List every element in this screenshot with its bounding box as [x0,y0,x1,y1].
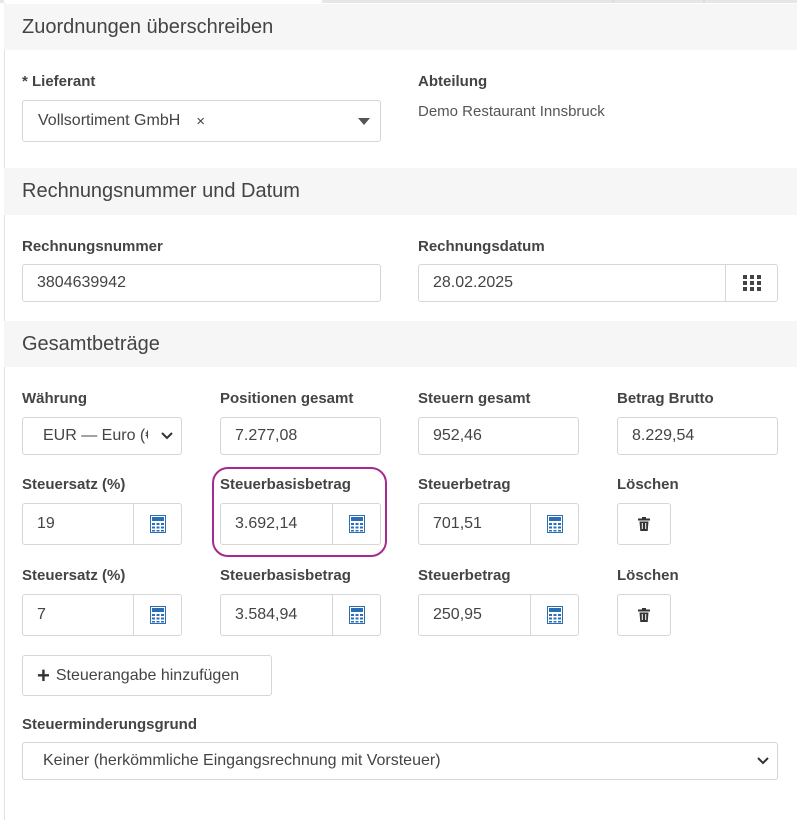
tax-rate-label: Steuersatz (%) [22,567,126,584]
delete-tax-button[interactable] [617,594,671,636]
delete-tax-button[interactable] [617,503,671,545]
tax-base-label: Steuerbasisbetrag [220,567,351,584]
trash-icon [638,608,650,622]
supplier-value: Vollsortiment GmbH [38,112,181,129]
tax-amount-label: Steuerbetrag [418,476,511,493]
supplier-clear-icon[interactable]: × [196,113,205,130]
positions-total-label: Positionen gesamt [220,390,354,407]
invoice-number-label: Rechnungsnummer [22,238,163,255]
add-tax-label: Steuerangabe hinzufügen [55,666,240,684]
supplier-label: * Lieferant [22,73,96,90]
tax-rate-value: 19 [37,515,55,532]
currency-select[interactable]: EUR — Euro (€ [22,417,182,455]
calculator-icon[interactable] [530,595,578,635]
invoice-date-label: Rechnungsdatum [418,238,545,255]
calculator-icon[interactable] [133,504,181,544]
taxes-total-value: 952,46 [433,427,482,444]
tax-amount-input[interactable]: 701,51 [418,503,579,545]
gross-amount-value: 8.229,54 [632,427,695,444]
invoice-number-input[interactable]: 3804639942 [22,264,381,302]
calculator-icon[interactable] [133,595,181,635]
invoice-date-value: 28.02.2025 [433,274,514,291]
department-label: Abteilung [418,73,488,90]
taxes-total-input[interactable]: 952,46 [418,417,579,455]
tax-reduction-label: Steuerminderungsgrund [22,716,198,733]
invoice-number-value: 3804639942 [37,274,126,291]
trash-icon [638,517,650,531]
tax-rate-label: Steuersatz (%) [22,476,126,493]
add-tax-button[interactable]: + Steuerangabe hinzufügen [22,655,272,696]
delete-label: Löschen [617,476,679,493]
positions-total-input[interactable]: 7.277,08 [220,417,381,455]
calculator-icon[interactable] [530,504,578,544]
taxes-total-label: Steuern gesamt [418,390,531,407]
tax-amount-value: 701,51 [433,515,482,532]
tax-amount-label: Steuerbetrag [418,567,511,584]
chevron-down-icon [358,118,370,125]
tax-reduction-select[interactable]: Keiner (herkömmliche Eingangsrechnung mi… [22,742,778,780]
section-invoice-title: Rechnungsnummer und Datum [4,168,797,215]
gross-amount-label: Betrag Brutto [617,390,714,407]
gross-amount-input[interactable]: 8.229,54 [617,417,778,455]
supplier-select[interactable]: Vollsortiment GmbH × [22,100,381,142]
section-assignments-title: Zuordnungen überschreiben [4,4,797,50]
tax-rate-input[interactable]: 7 [22,594,182,636]
section-totals-title: Gesamtbeträge [4,321,797,367]
tax-base-input[interactable]: 3.584,94 [220,594,381,636]
chevron-down-icon [757,757,769,765]
department-value: Demo Restaurant Innsbruck [418,103,605,120]
tax-rate-value: 7 [37,606,46,623]
delete-label: Löschen [617,567,679,584]
calculator-icon[interactable] [332,595,380,635]
positions-total-value: 7.277,08 [235,427,298,444]
invoice-date-input[interactable]: 28.02.2025 [418,264,778,302]
currency-label: Währung [22,390,87,407]
chevron-down-icon [161,432,173,440]
tax-base-value: 3.584,94 [235,606,298,623]
currency-value: EUR — Euro (€ [43,427,148,444]
highlight-ring [212,467,387,557]
tax-amount-value: 250,95 [433,606,482,623]
tax-amount-input[interactable]: 250,95 [418,594,579,636]
calendar-grid-icon[interactable] [725,265,777,301]
plus-icon: + [37,662,50,688]
tax-reduction-value: Keiner (herkömmliche Eingangsrechnung mi… [43,752,441,769]
tax-rate-input[interactable]: 19 [22,503,182,545]
